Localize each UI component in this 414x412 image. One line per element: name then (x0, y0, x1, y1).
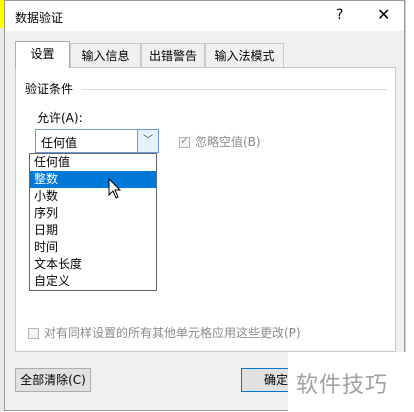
tab-input-message[interactable]: 输入信息 (70, 43, 141, 67)
tab-ime-mode[interactable]: 输入法模式 (205, 43, 284, 67)
allow-label: 允许(A): (37, 111, 83, 125)
close-icon[interactable]: ✕ (377, 5, 390, 24)
mouse-cursor-icon (108, 178, 122, 199)
ignore-blank-checkbox[interactable]: 忽略空值(B) (179, 133, 261, 150)
tab-settings[interactable]: 设置 (15, 41, 70, 68)
option-list[interactable]: 序列 (30, 205, 156, 222)
option-decimal[interactable]: 小数 (30, 188, 156, 205)
chevron-down-icon[interactable]: ﹀ (137, 130, 158, 152)
allow-dropdown-list: 任何值 整数 小数 序列 日期 时间 文本长度 自定义 (29, 153, 157, 291)
option-text-length[interactable]: 文本长度 (30, 256, 156, 273)
option-date[interactable]: 日期 (30, 222, 156, 239)
clear-all-button[interactable]: 全部清除(C) (15, 368, 91, 392)
watermark: 软件技巧 (288, 352, 414, 412)
allow-combobox-value: 任何值 (41, 136, 78, 150)
title-bar: 数据验证 ? ✕ (5, 1, 404, 31)
watermark-text: 软件技巧 (296, 373, 389, 398)
option-time[interactable]: 时间 (30, 239, 156, 256)
apply-all-label: 对有同样设置的所有其他单元格应用这些更改(P) (44, 326, 301, 340)
option-any-value[interactable]: 任何值 (30, 154, 156, 171)
spreadsheet-background-right (405, 0, 414, 412)
checkbox-icon (28, 328, 39, 339)
allow-combobox[interactable]: 任何值 ﹀ (35, 129, 159, 153)
dialog-title: 数据验证 (15, 11, 64, 25)
help-icon[interactable]: ? (336, 7, 343, 23)
checkbox-icon (179, 134, 190, 148)
validation-criteria-label: 验证条件 (25, 82, 74, 96)
option-whole-number[interactable]: 整数 (30, 171, 156, 188)
apply-all-checkbox[interactable]: 对有同样设置的所有其他单元格应用这些更改(P) (28, 324, 301, 341)
tab-error-alert[interactable]: 出错警告 (141, 43, 205, 67)
ignore-blank-label: 忽略空值(B) (195, 135, 261, 149)
option-custom[interactable]: 自定义 (30, 273, 156, 290)
group-divider (82, 89, 387, 90)
